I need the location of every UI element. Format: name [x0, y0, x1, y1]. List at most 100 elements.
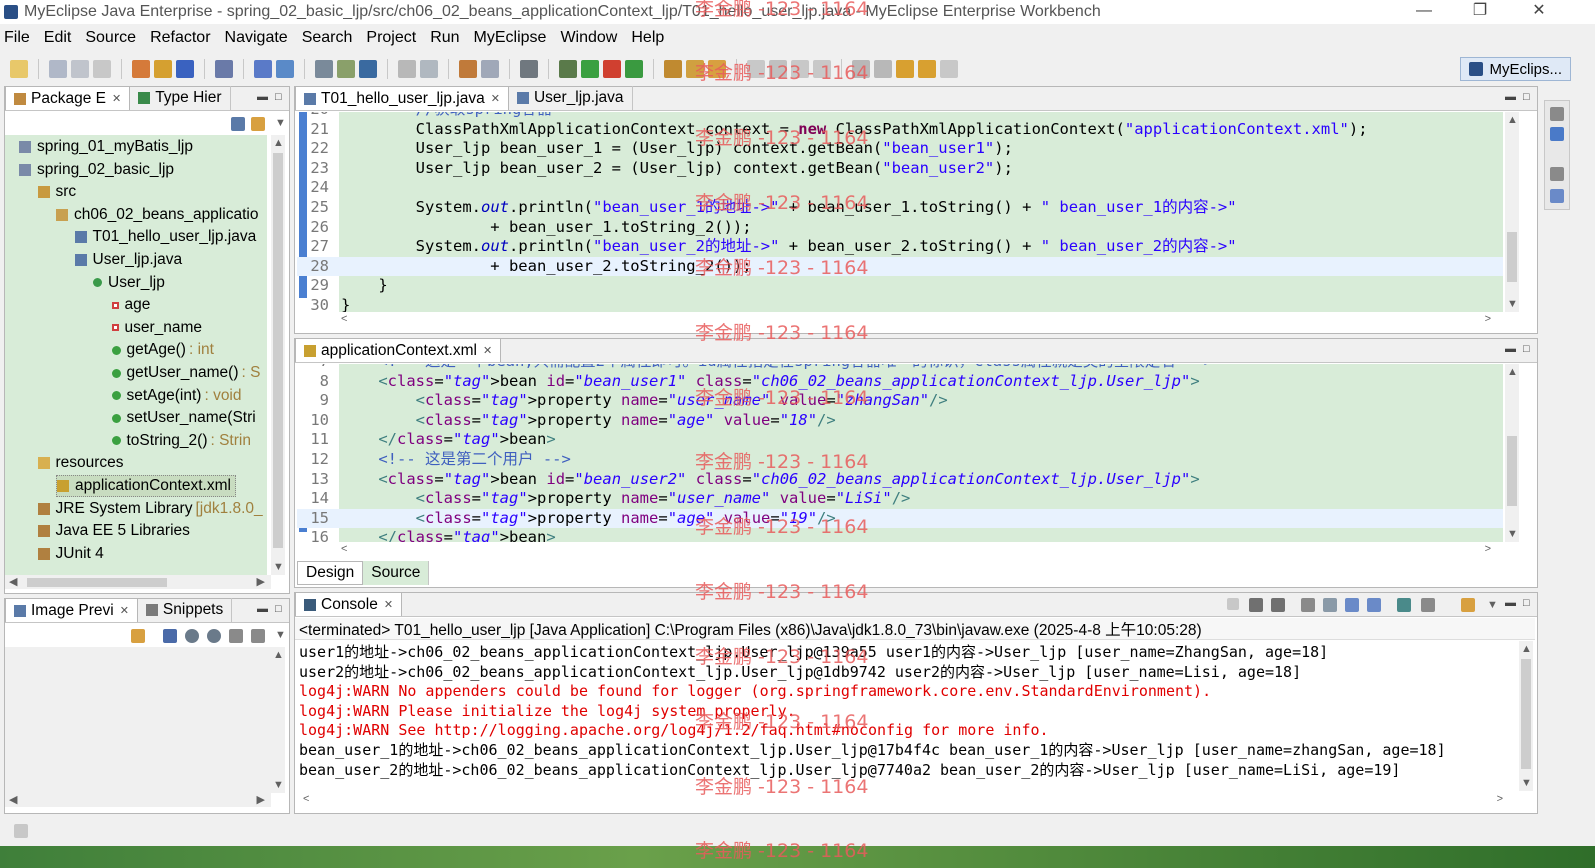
tree-item[interactable]: User_ljp.java — [74, 249, 182, 271]
properties-icon[interactable] — [1550, 189, 1564, 203]
java-vertical-scrollbar[interactable]: ▲ ▼ — [1505, 112, 1519, 312]
code-line[interactable]: 28 + bean_user_2.toString_2()); — [297, 256, 1503, 277]
tab-snippets[interactable]: Snippets — [138, 598, 233, 622]
debug-icon[interactable] — [559, 60, 577, 78]
image-vertical-scrollbar[interactable]: ▲ ▼ — [271, 647, 285, 793]
code-line[interactable]: 14 <class="tag">property name="user_name… — [297, 489, 1503, 509]
tree-item[interactable]: T01_hello_user_ljp.java — [74, 226, 256, 248]
actual-size-icon[interactable] — [229, 629, 243, 643]
menu-refactor[interactable]: Refactor — [150, 29, 210, 47]
menu-myeclipse[interactable]: MyEclipse — [474, 29, 547, 47]
code-line[interactable]: 8 <class="tag">bean id="bean_user1" clas… — [297, 372, 1503, 392]
tree-item[interactable]: spring_01_myBatis_ljp — [19, 136, 193, 158]
menu-project[interactable]: Project — [366, 29, 416, 47]
tree-item[interactable]: src — [37, 181, 76, 203]
console-vertical-scrollbar[interactable]: ▲ ▼ — [1519, 641, 1533, 791]
menu-navigate[interactable]: Navigate — [225, 29, 288, 47]
view-menu-icon[interactable]: ▼ — [275, 117, 286, 129]
tab-source[interactable]: Source — [363, 561, 430, 585]
pin-icon[interactable] — [459, 60, 477, 78]
menu-help[interactable]: Help — [631, 29, 664, 47]
code-line[interactable]: 15 <class="tag">property name="age" valu… — [297, 508, 1503, 529]
code-line[interactable]: 9 <class="tag">property name="user_name"… — [297, 391, 1503, 411]
tree-item[interactable]: getAge(): int — [111, 339, 214, 361]
pin-console-icon[interactable] — [1397, 598, 1411, 612]
fit-image-icon[interactable] — [163, 629, 177, 643]
remove-launch-icon[interactable] — [1249, 598, 1263, 612]
console-horizontal-scrollbar[interactable]: < > — [295, 793, 1517, 807]
clear-console-icon[interactable] — [1301, 598, 1315, 612]
collapse-all-icon[interactable] — [231, 117, 245, 131]
code-line[interactable]: 7 <!-- 这是一个bean,只需配置2个属性即可。id属性指定在spring… — [297, 364, 1503, 372]
menu-window[interactable]: Window — [560, 29, 617, 47]
back-icon[interactable] — [918, 60, 936, 78]
minimize-view-icon[interactable]: ▬ — [257, 603, 268, 615]
search-tool-icon[interactable] — [686, 60, 704, 78]
show-on-stdout-icon[interactable] — [1345, 598, 1359, 612]
run-icon[interactable] — [581, 60, 599, 78]
code-line[interactable]: 16 </class="tag">bean> — [297, 528, 1503, 542]
restore-view-icon[interactable] — [1550, 167, 1564, 181]
open-type-icon[interactable] — [154, 60, 172, 78]
forward-icon[interactable] — [940, 60, 958, 78]
pen-icon[interactable] — [769, 60, 787, 78]
save-icon[interactable] — [49, 60, 67, 78]
minimize-button[interactable]: — — [1400, 0, 1448, 24]
code-line[interactable]: 24 — [297, 178, 1503, 198]
code-line[interactable]: 12 <!-- 这是第二个用户 --> — [297, 450, 1503, 470]
close-icon[interactable]: ✕ — [112, 92, 121, 105]
close-icon[interactable]: ✕ — [483, 344, 492, 357]
xml-horizontal-scrollbar[interactable]: < > — [297, 543, 1503, 557]
close-icon[interactable]: ✕ — [120, 604, 129, 617]
fit-window-icon[interactable] — [251, 629, 265, 643]
console-output[interactable]: user1的地址->ch06_02_beans_applicationConte… — [295, 641, 1517, 791]
run-last-icon[interactable] — [625, 60, 643, 78]
code-line[interactable]: 27 System.out.println("bean_user_2的地址->"… — [297, 237, 1503, 257]
tree-horizontal-scrollbar[interactable]: ◀ ▶ — [5, 575, 271, 589]
new-icon[interactable] — [10, 60, 28, 78]
show-on-stderr-icon[interactable] — [1367, 598, 1381, 612]
close-icon[interactable]: ✕ — [491, 92, 500, 105]
tree-vertical-scrollbar[interactable]: ▲ ▼ — [271, 135, 285, 575]
maximize-editor-icon[interactable]: □ — [1523, 343, 1530, 355]
restore-button[interactable]: ❐ — [1456, 0, 1504, 24]
tree-item[interactable]: User_ljp — [93, 272, 165, 294]
code-line[interactable]: 13 <class="tag">bean id="bean_user2" cla… — [297, 470, 1503, 490]
perspective-switcher[interactable]: MyEclips... — [1460, 57, 1571, 81]
close-button[interactable]: ✕ — [1515, 0, 1563, 24]
scroll-lock-icon[interactable] — [1323, 598, 1337, 612]
menu-file[interactable]: File — [4, 29, 30, 47]
browse-icon[interactable] — [276, 60, 294, 78]
settings-icon[interactable] — [481, 60, 499, 78]
menu-edit[interactable]: Edit — [44, 29, 72, 47]
maximize-view-icon[interactable]: □ — [1523, 597, 1530, 609]
open-resource-icon[interactable] — [176, 60, 194, 78]
view-menu-icon[interactable]: ▼ — [275, 629, 286, 641]
menu-run[interactable]: Run — [430, 29, 459, 47]
java-code-area[interactable]: 20 //获取spring容器21 ClassPathXmlApplicatio… — [297, 112, 1503, 312]
zoom-in-icon[interactable] — [207, 629, 221, 643]
minimize-view-icon[interactable]: ▬ — [257, 91, 268, 103]
open-console-icon[interactable] — [1461, 598, 1475, 612]
tree-item[interactable]: setUser_name(Stri — [111, 407, 256, 429]
tab-t01-hello-user[interactable]: T01_hello_user_ljp.java ✕ — [295, 86, 509, 110]
tree-item[interactable]: age — [111, 294, 150, 316]
tree-item[interactable]: spring_02_basic_ljp — [19, 159, 174, 181]
minimize-editor-icon[interactable]: ▬ — [1505, 343, 1516, 355]
block-select-icon[interactable] — [791, 60, 809, 78]
code-line[interactable]: 10 <class="tag">property name="age" valu… — [297, 411, 1503, 431]
deploy-icon[interactable] — [254, 60, 272, 78]
tree-item[interactable]: getUser_name(): S — [111, 362, 260, 384]
tree-item[interactable]: applicationContext.xml — [56, 475, 236, 497]
globe-icon[interactable] — [359, 60, 377, 78]
xml-code-area[interactable]: 7 <!-- 这是一个bean,只需配置2个属性即可。id属性指定在spring… — [297, 364, 1503, 542]
menu-source[interactable]: Source — [85, 29, 136, 47]
prev-annotation-icon[interactable] — [874, 60, 892, 78]
fast-view-icon[interactable] — [14, 824, 28, 838]
outline-icon[interactable] — [1550, 127, 1564, 141]
save-all-icon[interactable] — [71, 60, 89, 78]
code-line[interactable]: 11 </class="tag">bean> — [297, 430, 1503, 450]
maximize-view-icon[interactable]: □ — [275, 91, 282, 103]
code-line[interactable]: 23 User_ljp bean_user_2 = (User_ljp) con… — [297, 159, 1503, 179]
close-icon[interactable]: ✕ — [384, 598, 393, 611]
